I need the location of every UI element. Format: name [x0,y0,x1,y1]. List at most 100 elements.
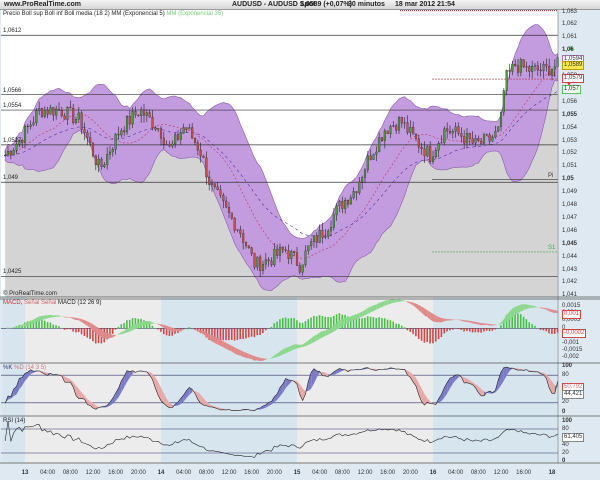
candle [264,259,267,265]
candle [454,126,457,132]
macd-signal-cloud [447,319,450,321]
candle [431,156,435,162]
macd-histogram-bar [52,324,55,329]
candle [440,142,443,144]
macd-axis-label: -0,002 [562,354,580,361]
candle [86,132,89,138]
candle [298,265,301,273]
price-axis-label: 1,041 [562,292,578,299]
macd-histogram-bar [83,328,86,337]
candle [358,181,361,194]
candle [38,108,41,111]
candle [465,132,469,144]
macd-histogram-bar [46,322,49,329]
x-axis-label: 08:00 [62,470,78,476]
candle [451,131,454,134]
candle [89,137,92,144]
x-axis-label: 20:00 [130,470,146,476]
macd-histogram-bar [160,328,162,332]
candle [409,126,412,133]
candle [412,126,415,135]
candle [397,116,401,131]
macd-histogram-bar [69,328,72,330]
macd-histogram-bar [321,315,324,329]
macd-histogram-bar [389,320,392,329]
candle [253,253,256,268]
candle [165,144,168,146]
candle [91,142,95,157]
candle [338,200,341,206]
macd-histogram-bar [281,318,284,329]
candle [290,251,293,259]
candle [318,230,321,243]
candle [154,127,157,130]
stoch-axis-label: 0 [562,408,566,415]
candle [40,108,44,117]
candle [273,248,276,266]
chart-canvas[interactable]: ▲▼ [0,0,600,480]
candle [485,134,488,136]
candle [383,130,386,141]
candle [225,200,228,208]
macd-histogram-bar [194,328,196,330]
candle [545,63,548,67]
macd-histogram-bar [287,318,290,329]
price-axis-label: 1,042 [562,279,578,286]
macd-histogram-bar [423,328,426,343]
macd-histogram-bar [531,324,533,329]
macd-histogram-bar [539,328,542,330]
candle [216,186,219,191]
candle [406,122,409,133]
candle [114,133,117,150]
macd-histogram-bar [259,328,261,335]
price-axis-label: 1,062 [562,21,578,28]
candle [536,65,539,71]
candle [179,132,182,140]
candle [15,144,18,151]
candle [250,247,253,254]
candle [312,235,316,242]
x-axis-label: 16 [429,470,437,476]
candle [4,155,7,157]
candle [176,134,180,140]
macd-legend: MACD, Señal Señal MACD (12 26 9) [3,300,102,306]
candle [378,137,381,153]
candle [346,200,350,205]
candle [140,109,143,116]
macd-histogram-bar [446,328,448,332]
candle [491,137,494,142]
candle [193,137,197,143]
candle [369,155,372,160]
macd-histogram-bar [366,316,369,329]
candle [29,124,32,127]
macd-histogram-bar [318,315,321,329]
x-axis-label: 16:00 [380,470,396,476]
footer-logo: © ProRealTime.com [3,291,57,297]
candle [256,256,259,268]
macd-histogram-bar [80,328,83,335]
macd-histogram-bar [466,328,468,331]
candle [287,250,290,259]
price-axis-label: 1,06 [562,47,574,54]
macd-histogram-bar [525,319,528,329]
candle [208,176,211,185]
level-line-label: 1,0554 [3,103,22,110]
macd-axis-label: -0,001 [562,339,580,346]
candle [417,138,420,148]
candle [423,148,426,157]
macd-histogram-bar [477,328,480,333]
candle [349,197,352,205]
candle [355,191,358,194]
macd-histogram-bar [383,318,386,329]
candle [471,138,474,144]
macd-histogram-bar [534,325,536,329]
macd-histogram-bar [403,327,406,329]
macd-histogram-bar [398,323,400,329]
candle [477,138,480,142]
macd-histogram-bar [449,328,451,331]
price-axis-label: 1,049 [562,189,578,196]
macd-histogram-bar [49,322,52,329]
x-axis-label: 16:00 [108,470,124,476]
stoch-k-tag: 44,421 [562,389,585,399]
x-axis-label: 16:00 [516,470,532,476]
